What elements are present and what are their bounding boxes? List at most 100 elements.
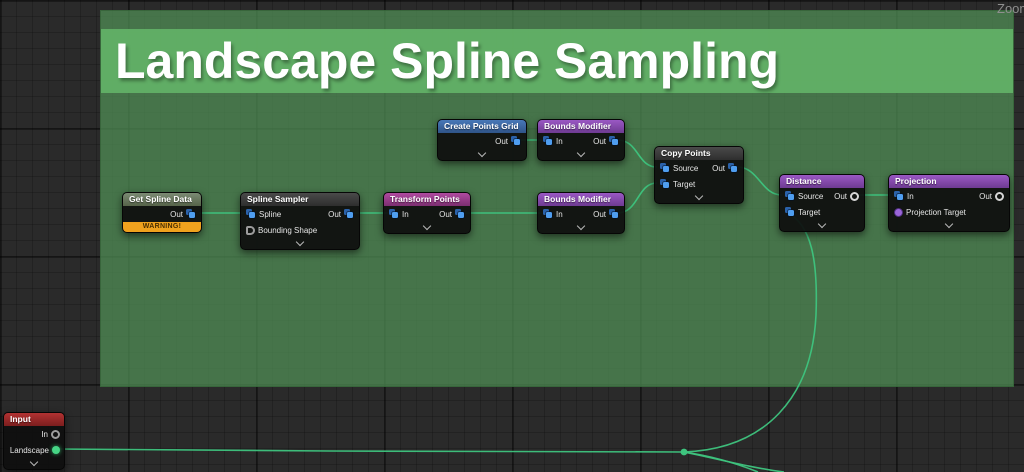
node-title: Get Spline Data (129, 194, 192, 204)
pin-label: Out (328, 209, 341, 219)
spatial-data-pin-icon (609, 209, 619, 219)
node-title: Copy Points (661, 148, 711, 158)
node-projection[interactable]: Projection In Out Projection Target (888, 174, 1010, 232)
pin-out[interactable]: Out (593, 136, 619, 146)
node-bounds-modifier-bottom-header[interactable]: Bounds Modifier (538, 193, 624, 206)
chevron-down-icon (29, 457, 39, 467)
expand-chevron[interactable] (889, 219, 1009, 231)
pin-out[interactable]: Out (712, 163, 738, 173)
expand-chevron[interactable] (4, 457, 64, 469)
node-input-header[interactable]: Input (4, 413, 64, 426)
spatial-data-pin-icon (186, 209, 196, 219)
shape-pin-icon (246, 225, 255, 235)
node-bounds-modifier-bottom[interactable]: Bounds Modifier In Out (537, 192, 625, 234)
node-create-points-grid[interactable]: Create Points Grid Out (437, 119, 527, 161)
spatial-data-pin-icon (543, 136, 553, 146)
node-title: Transform Points (390, 194, 460, 204)
node-transform-points-header[interactable]: Transform Points (384, 193, 470, 206)
pin-out-in[interactable]: In (41, 429, 60, 439)
pin-label: Out (170, 209, 183, 219)
spatial-data-pin-icon (894, 191, 904, 201)
spatial-data-pin-icon (543, 209, 553, 219)
wire-landscape-branch-bottom-b (683, 451, 785, 472)
expand-chevron[interactable] (655, 191, 743, 203)
node-title: Input (10, 414, 31, 424)
pin-in[interactable]: In (389, 209, 409, 219)
expand-chevron[interactable] (438, 148, 526, 160)
chevron-down-icon (694, 191, 704, 201)
pin-label: Out (834, 191, 847, 201)
pin-label: Out (712, 163, 725, 173)
pin-in[interactable]: In (543, 209, 563, 219)
comment-title-bar[interactable]: Landscape Spline Sampling (101, 29, 1013, 93)
node-copy-points[interactable]: Copy Points Source Out Target (654, 146, 744, 204)
pin-out-landscape[interactable]: Landscape (10, 446, 60, 455)
pin-in-source[interactable]: Source (785, 191, 823, 201)
pin-in[interactable]: In (543, 136, 563, 146)
spatial-data-pin-icon (511, 136, 521, 146)
pin-out[interactable]: Out (439, 209, 465, 219)
pin-in-target[interactable]: Target (660, 179, 695, 189)
target-pin-icon (894, 207, 903, 217)
any-data-pin-icon (51, 429, 60, 439)
pin-label: In (41, 429, 48, 439)
spatial-data-pin-icon (728, 163, 738, 173)
zoom-indicator: Zoom (997, 1, 1024, 16)
pin-in-target[interactable]: Target (785, 207, 820, 217)
node-get-spline-data[interactable]: Get Spline Data Out WARNING! (122, 192, 202, 233)
landscape-pin-icon (52, 446, 60, 454)
node-projection-header[interactable]: Projection (889, 175, 1009, 188)
expand-chevron[interactable] (780, 219, 864, 231)
expand-chevron[interactable] (241, 237, 359, 249)
chevron-down-icon (422, 221, 432, 231)
chevron-down-icon (576, 221, 586, 231)
spatial-data-pin-icon (246, 209, 256, 219)
node-copy-points-header[interactable]: Copy Points (655, 147, 743, 160)
chevron-down-icon (477, 148, 487, 158)
pin-label: Landscape (9, 445, 49, 455)
pin-in-source[interactable]: Source (660, 163, 698, 173)
pin-in[interactable]: In (894, 191, 914, 201)
pin-label: Out (495, 136, 508, 146)
spatial-data-pin-icon (344, 209, 354, 219)
warning-badge: WARNING! (123, 222, 201, 232)
chevron-down-icon (944, 219, 954, 229)
pin-out[interactable]: Out (593, 209, 619, 219)
pin-label: In (556, 209, 563, 219)
node-transform-points[interactable]: Transform Points In Out (383, 192, 471, 234)
pin-in-projection-target[interactable]: Projection Target (894, 207, 966, 217)
pin-label: Out (593, 209, 606, 219)
spatial-data-pin-icon (389, 209, 399, 219)
node-bounds-modifier-top[interactable]: Bounds Modifier In Out (537, 119, 625, 161)
node-bounds-modifier-top-header[interactable]: Bounds Modifier (538, 120, 624, 133)
node-distance-header[interactable]: Distance (780, 175, 864, 188)
any-data-pin-icon (850, 191, 859, 201)
spatial-data-pin-icon (785, 207, 795, 217)
spatial-data-pin-icon (660, 179, 670, 189)
node-create-points-grid-header[interactable]: Create Points Grid (438, 120, 526, 133)
wire-input-landscape-horizontal (57, 448, 685, 453)
node-title: Spline Sampler (247, 194, 309, 204)
node-spline-sampler[interactable]: Spline Sampler Spline Out Bounding Shape (240, 192, 360, 250)
pin-out[interactable]: Out (328, 209, 354, 219)
node-distance[interactable]: Distance Source Out Target (779, 174, 865, 232)
chevron-down-icon (295, 237, 305, 247)
pin-out[interactable]: Out (170, 209, 196, 219)
spatial-data-pin-icon (455, 209, 465, 219)
pin-out[interactable]: Out (979, 191, 1004, 201)
pin-in-bounding-shape[interactable]: Bounding Shape (246, 225, 317, 235)
pin-in-spline[interactable]: Spline (246, 209, 281, 219)
pin-out[interactable]: Out (495, 136, 521, 146)
spatial-data-pin-icon (660, 163, 670, 173)
graph-canvas[interactable]: Landscape Spline Sampling Get Spline Dat… (0, 0, 1024, 472)
pin-out[interactable]: Out (834, 191, 859, 201)
node-title: Distance (786, 176, 822, 186)
expand-chevron[interactable] (538, 221, 624, 233)
pin-label: In (907, 191, 914, 201)
node-spline-sampler-header[interactable]: Spline Sampler (241, 193, 359, 206)
node-input[interactable]: Input In Landscape (3, 412, 65, 470)
expand-chevron[interactable] (384, 221, 470, 233)
spatial-data-pin-icon (609, 136, 619, 146)
node-get-spline-data-header[interactable]: Get Spline Data (123, 193, 201, 206)
expand-chevron[interactable] (538, 148, 624, 160)
